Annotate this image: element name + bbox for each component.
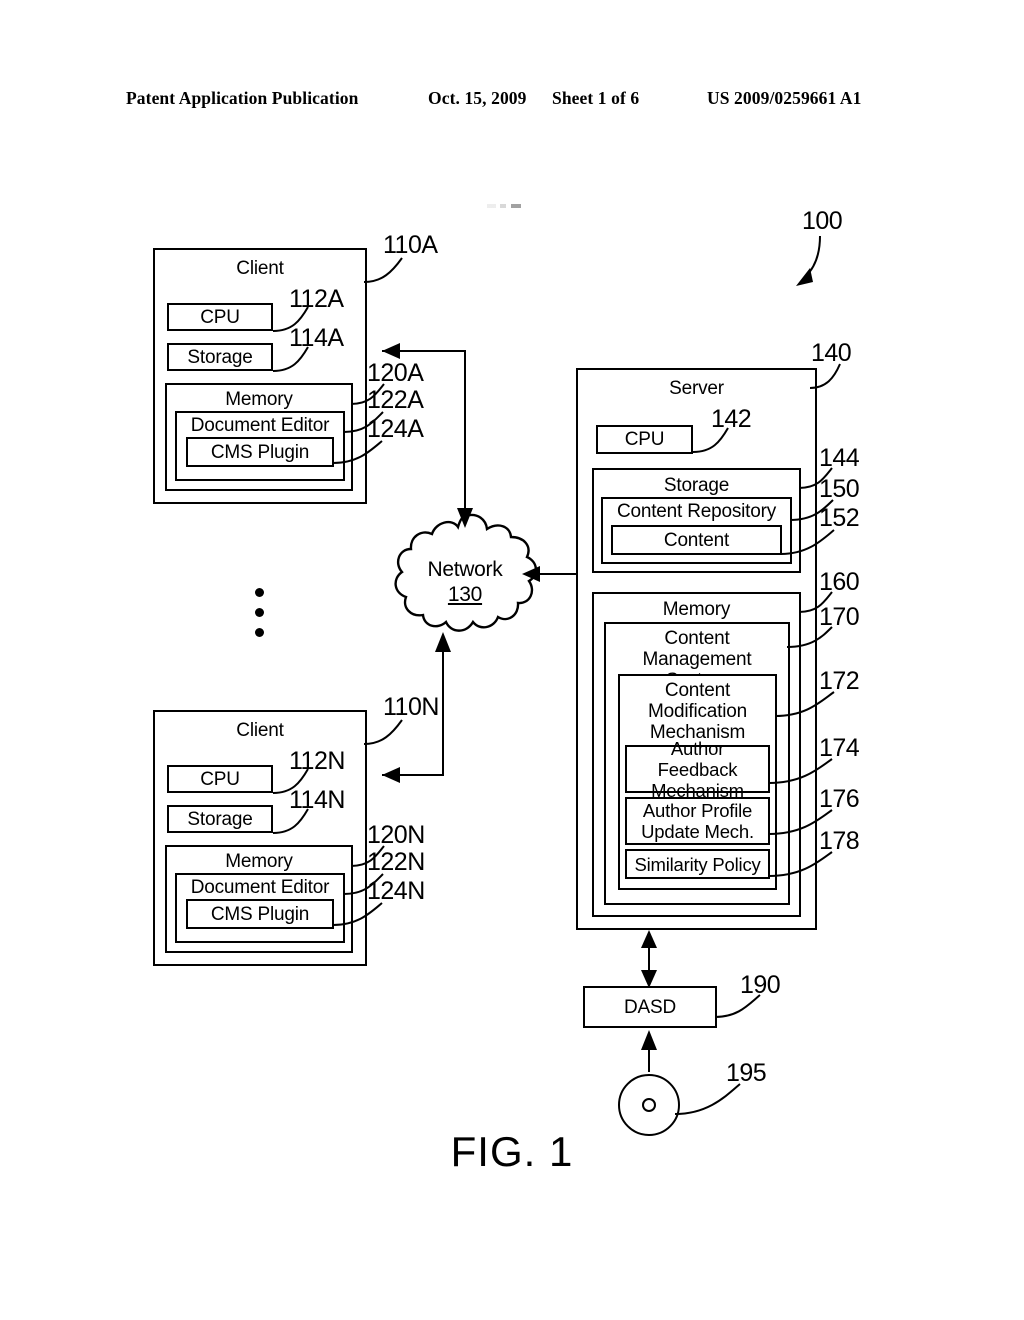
header-date-text: Oct. 15, 2009 [428,88,527,108]
content-box: Content [611,525,782,555]
client-n-cpu-box: CPU [167,765,273,793]
vertical-ellipsis [250,588,268,642]
disc-hub [642,1098,656,1112]
leader-178 [768,851,833,877]
header-publication-text: Patent Application Publication [126,88,359,108]
header-sheet-text: Sheet 1 of 6 [552,88,640,108]
leader-124N [332,902,383,926]
client-a-storage-box: Storage [167,343,273,371]
client-n-storage-box: Storage [167,805,273,833]
leader-110A [363,257,403,283]
figure-caption: FIG. 1 [0,1128,1024,1176]
patent-figure-page: Patent Application Publication Oct. 15, … [0,0,1024,1320]
author-feedback-mechanism-box: Author Feedback Mechanism [625,738,770,801]
similarity-policy-box: Similarity Policy [625,849,770,879]
client-n-title: Client [236,720,284,741]
patent-header: Patent Application Publication Oct. 15, … [0,88,1024,114]
leader-100-arrow [796,235,821,286]
client-a-memory-title: Memory [225,389,293,410]
client-n-document-editor-title: Document Editor [190,877,330,898]
client-n-memory-title: Memory [225,851,293,872]
leader-174 [768,758,833,784]
leader-152 [780,529,835,555]
leader-140 [809,363,841,389]
scan-artifact [487,204,521,208]
leader-142 [692,427,729,453]
optical-media-disc [618,1074,680,1136]
client-a-document-editor-title: Document Editor [190,415,330,436]
client-a-title: Client [236,258,284,279]
leader-190 [714,994,761,1018]
ellipsis-dot [254,608,264,617]
ellipsis-dot [254,588,264,597]
author-profile-update-mech-box: Author Profile Update Mech. [625,797,770,845]
client-a-cpu-box: CPU [167,303,273,331]
leader-114N [272,808,309,834]
server-storage-title: Storage [663,475,730,496]
ellipsis-dot [254,628,264,637]
leader-114A [272,346,309,372]
ref-100-system: 100 [802,207,843,235]
network-ref-130: 130 [447,583,483,606]
header-patent-number: US 2009/0259661 A1 [707,88,862,108]
connector-client-a-network [382,343,473,528]
server-memory-title: Memory [662,599,731,620]
connector-server-dasd [641,930,657,988]
server-cpu-box: CPU [596,425,693,454]
content-repository-title: Content Repository [616,501,777,522]
connector-media-dasd [641,1030,657,1072]
leader-170 [786,626,833,648]
client-n-cms-plugin-box: CMS Plugin [186,899,334,929]
leader-195 [674,1083,741,1115]
connector-client-n-network [382,632,451,783]
client-a-cms-plugin-box: CMS Plugin [186,437,334,467]
leader-172 [774,691,835,717]
dasd-box: DASD [583,986,717,1028]
server-title: Server [669,378,724,399]
network-label: Network [427,558,503,581]
figure-caption-text: FIG. 1 [450,1128,574,1175]
content-modification-mechanism-title: Content Modification Mechanism [648,680,747,743]
